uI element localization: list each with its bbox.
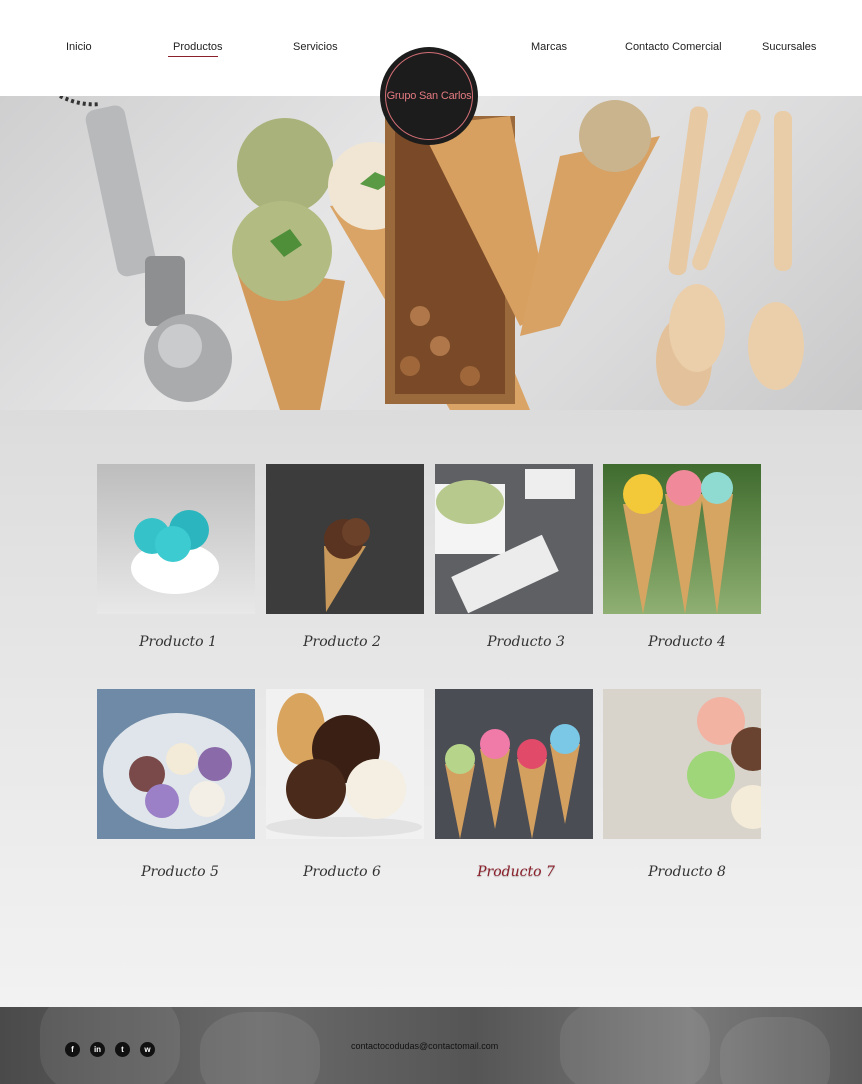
nav-productos[interactable]: Productos bbox=[173, 41, 223, 53]
pistachio-bowl-image bbox=[435, 469, 575, 614]
footer-bg-shape bbox=[720, 1017, 830, 1084]
brand-logo[interactable]: Grupo San Carlos bbox=[380, 47, 478, 145]
cone-row-image bbox=[445, 724, 580, 839]
product-image-6[interactable] bbox=[266, 689, 424, 839]
colorful-cones-image bbox=[623, 470, 733, 614]
product-image-3[interactable] bbox=[435, 464, 593, 614]
footer-bg-shape bbox=[40, 1007, 180, 1084]
footer-email-link[interactable]: contactocodudas@contactomail.com bbox=[351, 1041, 498, 1051]
product-label-6[interactable]: Producto 6 bbox=[263, 864, 421, 880]
twitter-icon[interactable]: t bbox=[115, 1042, 130, 1057]
nav-contacto-comercial[interactable]: Contacto Comercial bbox=[625, 41, 722, 53]
chocolate-sundae-image bbox=[266, 693, 422, 837]
footer-bg-shape bbox=[200, 1012, 320, 1084]
product-image-5[interactable] bbox=[97, 689, 255, 839]
linkedin-icon[interactable]: in bbox=[90, 1042, 105, 1057]
nav-sucursales[interactable]: Sucursales bbox=[762, 41, 816, 53]
product-image-7[interactable] bbox=[435, 689, 593, 839]
product-image-8[interactable] bbox=[603, 689, 761, 839]
product-image-1[interactable] bbox=[97, 464, 255, 614]
nav-inicio[interactable]: Inicio bbox=[66, 41, 92, 53]
ice-cream-plate-image bbox=[103, 713, 251, 829]
nav-marcas[interactable]: Marcas bbox=[531, 41, 567, 53]
nav-servicios[interactable]: Servicios bbox=[293, 41, 338, 53]
product-label-5[interactable]: Producto 5 bbox=[101, 864, 259, 880]
whatsapp-icon[interactable]: w bbox=[140, 1042, 155, 1057]
product-label-8[interactable]: Producto 8 bbox=[608, 864, 766, 880]
logo-ring bbox=[385, 52, 473, 140]
footer-bg-shape bbox=[560, 1007, 710, 1084]
product-label-2[interactable]: Producto 2 bbox=[263, 634, 421, 650]
product-image-2[interactable] bbox=[266, 464, 424, 614]
product-label-4[interactable]: Producto 4 bbox=[608, 634, 766, 650]
ice-cream-bowl-image bbox=[131, 510, 219, 594]
product-label-1[interactable]: Producto 1 bbox=[99, 634, 257, 650]
facebook-icon[interactable]: f bbox=[65, 1042, 80, 1057]
product-label-7[interactable]: Producto 7 bbox=[437, 864, 595, 880]
ice-cream-cups-image bbox=[687, 697, 761, 829]
active-nav-underline bbox=[168, 56, 218, 57]
product-image-4[interactable] bbox=[603, 464, 761, 614]
product-label-3[interactable]: Producto 3 bbox=[447, 634, 605, 650]
chocolate-cone-image bbox=[324, 518, 370, 612]
